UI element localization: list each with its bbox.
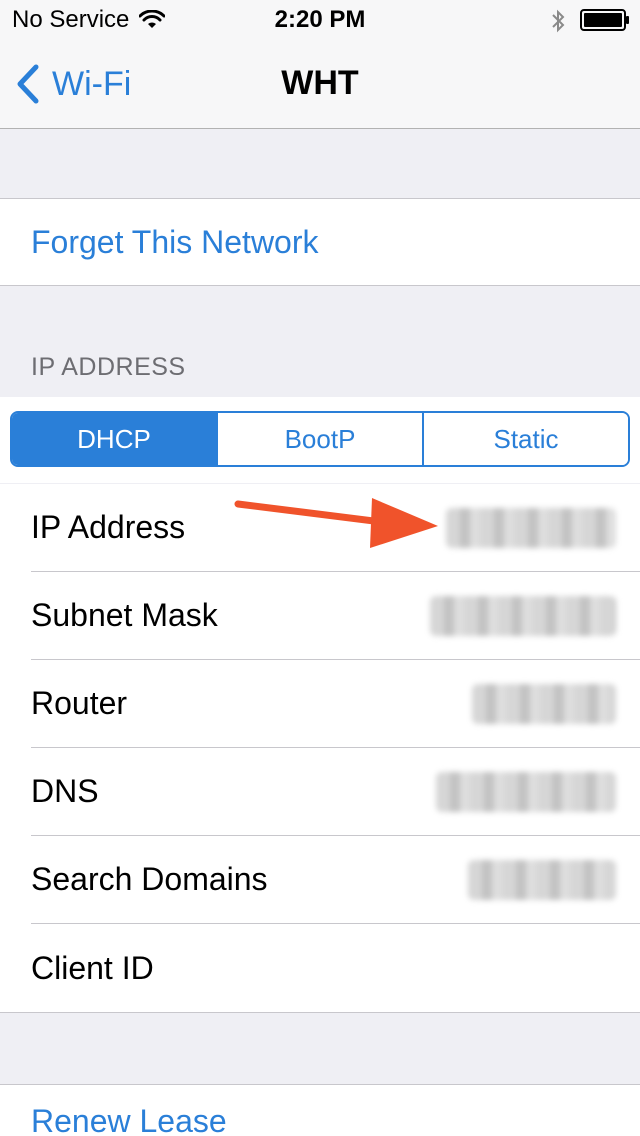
row-router: Router xyxy=(31,660,640,748)
row-label: DNS xyxy=(31,773,99,809)
status-bar: No Service 2:20 PM xyxy=(0,0,640,40)
segment-dhcp[interactable]: DHCP xyxy=(12,413,216,465)
row-label: Router xyxy=(31,685,128,721)
forget-network-button[interactable]: Forget This Network xyxy=(0,199,640,285)
navigation-bar: Wi-Fi WHT xyxy=(0,40,640,129)
row-label: Subnet Mask xyxy=(31,597,218,633)
ip-details-list: IP Address Subnet Mask Router DNS Search… xyxy=(0,484,640,1013)
ip-address-section-header: IP ADDRESS xyxy=(31,353,186,381)
wifi-network-details-screen: No Service 2:20 PM Wi-Fi WHT Forget This… xyxy=(0,0,640,1136)
ip-mode-segmented-control: DHCP BootP Static xyxy=(10,411,630,467)
battery-icon xyxy=(580,9,629,31)
row-subnet-mask: Subnet Mask xyxy=(31,572,640,660)
blurred-value xyxy=(436,771,616,812)
segment-static[interactable]: Static xyxy=(422,413,628,465)
row-search-domains: Search Domains xyxy=(31,836,640,924)
row-label: IP Address xyxy=(31,509,186,545)
blurred-value xyxy=(430,595,616,636)
row-dns: DNS xyxy=(31,748,640,836)
renew-lease-button[interactable]: Renew Lease xyxy=(0,1084,640,1136)
page-title: WHT xyxy=(281,64,359,102)
ip-mode-segment-row: DHCP BootP Static xyxy=(0,397,640,483)
blurred-value xyxy=(472,683,616,724)
blurred-value xyxy=(468,859,616,900)
status-time: 2:20 PM xyxy=(274,6,366,33)
row-client-id[interactable]: Client ID xyxy=(31,924,640,1012)
forget-network-group: Forget This Network xyxy=(0,198,640,286)
blurred-value xyxy=(446,507,616,548)
row-ip-address: IP Address xyxy=(31,484,640,572)
row-label: Client ID xyxy=(31,949,154,986)
bluetooth-icon xyxy=(552,9,565,33)
top-bar: No Service 2:20 PM Wi-Fi WHT xyxy=(0,0,640,129)
row-label: Search Domains xyxy=(31,861,268,897)
segment-bootp[interactable]: BootP xyxy=(216,413,422,465)
